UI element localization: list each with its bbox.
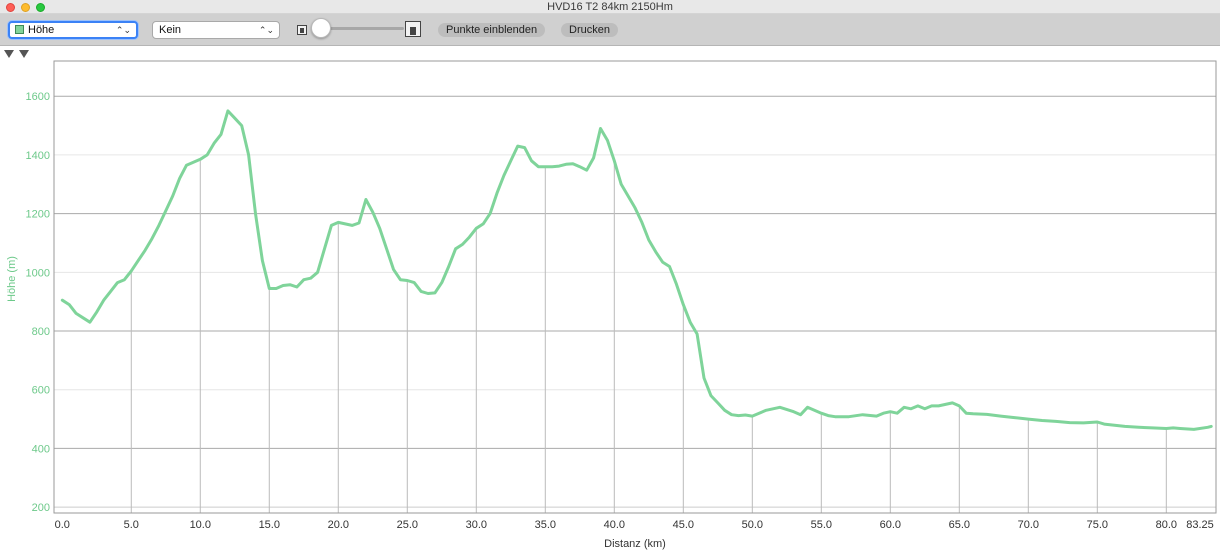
x-tick-label: 40.0 <box>604 519 625 531</box>
y-tick-label: 1200 <box>26 209 50 221</box>
y-tick-label: 1600 <box>26 91 50 103</box>
profile-select-value: Höhe <box>28 24 55 36</box>
secondary-select[interactable]: Kein ⌃⌄ <box>152 21 280 39</box>
series-line-hoehe <box>60 109 1213 431</box>
x-tick-label: 45.0 <box>673 519 694 531</box>
x-tick-label: 15.0 <box>259 519 280 531</box>
y-tick-label: 600 <box>32 385 50 397</box>
select-arrows-icon: ⌃⌄ <box>258 25 274 35</box>
x-tick-label: 80.0 <box>1156 519 1177 531</box>
elevation-chart: 200 400 600 800 1000 1200 1400 1600 0.0 5.0 10.0 1… <box>6 60 1217 550</box>
x-tick-label: 60.0 <box>880 519 901 531</box>
x-axis-label: Distanz (km) <box>604 538 666 550</box>
y-axis-ticks: 200 400 600 800 1000 1200 1400 1600 <box>26 91 50 514</box>
x-tick-label: 55.0 <box>811 519 832 531</box>
y-tick-label: 800 <box>32 326 50 338</box>
secondary-select-value: Kein <box>159 24 182 36</box>
y-axis-label: Höhe (m) <box>6 256 18 302</box>
y-tick-label: 1400 <box>26 150 50 162</box>
x-axis-ticks: 0.0 5.0 10.0 15.0 20.0 25.0 30.0 35.0 40.0 45.0 50… <box>55 519 1177 531</box>
x-tick-label: 5.0 <box>124 519 139 531</box>
select-arrows-icon: ⌃⌄ <box>115 25 131 35</box>
x-tick-label: 25.0 <box>397 519 418 531</box>
x-tick-label: 65.0 <box>949 519 970 531</box>
y-tick-label: 400 <box>32 443 50 455</box>
x-tick-label: 20.0 <box>328 519 349 531</box>
series-color-swatch <box>15 25 24 34</box>
x-tick-label: 35.0 <box>535 519 556 531</box>
x-tick-label: 75.0 <box>1087 519 1108 531</box>
zoom-out-icon[interactable] <box>297 25 307 35</box>
show-points-button[interactable]: Punkte einblenden <box>438 23 546 37</box>
toolbar: Höhe ⌃⌄ Kein ⌃⌄ Punkte einblenden Drucke… <box>0 14 1220 46</box>
x-tick-label: 30.0 <box>466 519 487 531</box>
print-button[interactable]: Drucken <box>561 23 618 37</box>
x-axis-end-label: 83.25 <box>1186 519 1214 531</box>
x-tick-label: 0.0 <box>55 519 70 531</box>
window-title: HVD16 T2 84km 2150Hm <box>547 1 673 13</box>
title-bar: HVD16 T2 84km 2150Hm <box>0 0 1220 14</box>
x-tick-label: 10.0 <box>190 519 211 531</box>
zoom-slider-knob[interactable] <box>311 18 331 38</box>
y-tick-label: 200 <box>32 502 50 514</box>
x-tick-label: 70.0 <box>1018 519 1039 531</box>
y-tick-label: 1000 <box>26 267 50 279</box>
profile-select[interactable]: Höhe ⌃⌄ <box>8 21 138 39</box>
zoom-in-icon[interactable] <box>405 21 421 37</box>
grid-lines <box>54 95 1216 513</box>
plot-area-border <box>53 60 1217 514</box>
x-tick-label: 50.0 <box>742 519 763 531</box>
